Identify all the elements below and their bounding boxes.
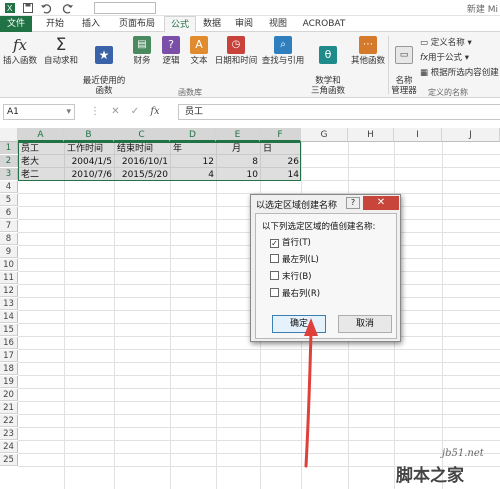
watermark-url: jb51.net	[442, 448, 484, 459]
watermark-brand: 脚本之家	[396, 466, 464, 486]
annotation-arrow	[304, 318, 318, 468]
